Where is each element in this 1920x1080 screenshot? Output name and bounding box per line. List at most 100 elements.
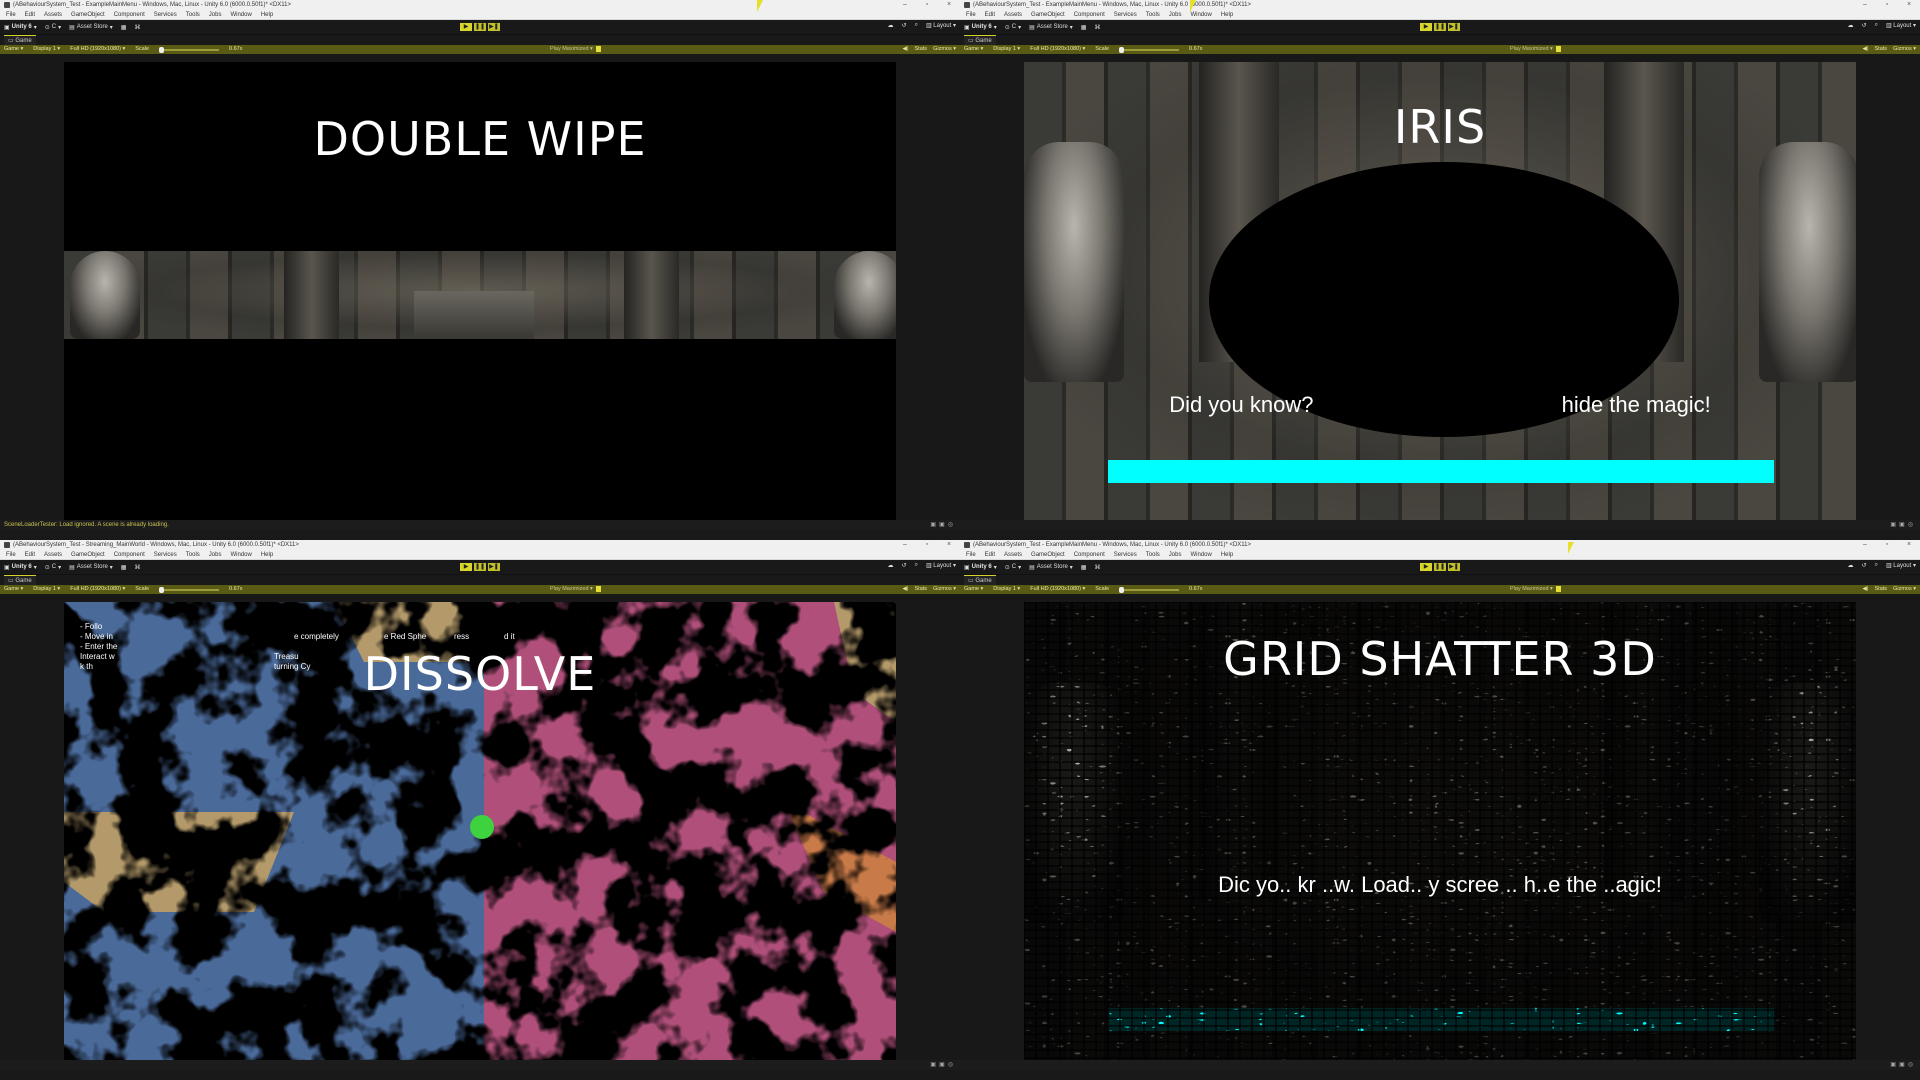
window-close-icon[interactable]: × xyxy=(1898,540,1920,550)
view-dropdown[interactable]: Game ▾ xyxy=(964,585,983,594)
menu-jobs[interactable]: Jobs xyxy=(209,550,222,559)
gizmos-dropdown[interactable]: Gizmos ▾ xyxy=(1893,585,1916,594)
window-minimize-icon[interactable]: – xyxy=(1854,0,1876,10)
pause-icon[interactable]: ❚❚ xyxy=(474,563,486,571)
resolution-dropdown[interactable]: Full HD (1920x1080) ▾ xyxy=(1030,585,1085,594)
menu-edit[interactable]: Edit xyxy=(985,10,995,19)
account-button[interactable]: ▣ Unity 6 ▾ xyxy=(4,564,37,571)
resolution-dropdown[interactable]: Full HD (1920x1080) ▾ xyxy=(70,45,125,54)
asset-store-button[interactable]: ▤ Asset Store ▾ xyxy=(1029,564,1073,571)
view-dropdown[interactable]: Game ▾ xyxy=(964,45,983,54)
window-close-icon[interactable]: × xyxy=(938,540,960,550)
window-minimize-icon[interactable]: – xyxy=(1854,540,1876,550)
mute-icon[interactable]: ◀) xyxy=(1862,45,1868,54)
scale-slider[interactable] xyxy=(1119,586,1180,593)
stats-toggle[interactable]: Stats xyxy=(915,45,928,54)
window-titlebar[interactable]: (ABehaviourSystem_Test - ExampleMainMenu… xyxy=(960,0,1920,10)
menu-help[interactable]: Help xyxy=(1221,550,1233,559)
menu-file[interactable]: File xyxy=(6,10,16,19)
layout-dropdown[interactable]: ▥ Layout ▾ xyxy=(926,22,956,29)
play-maximized-dropdown[interactable]: Play Maximized ▾ xyxy=(1510,45,1562,54)
cloud-button[interactable]: ⊙ C ▾ xyxy=(1005,24,1021,31)
pause-icon[interactable]: ❚❚ xyxy=(1434,563,1446,571)
layout-dropdown[interactable]: ▥ Layout ▾ xyxy=(1886,22,1916,29)
play-icon[interactable]: ▶ xyxy=(1420,563,1432,571)
menu-window[interactable]: Window xyxy=(230,10,251,19)
menu-tools[interactable]: Tools xyxy=(186,10,200,19)
tools-icon[interactable]: ⌘ xyxy=(1094,24,1100,31)
menu-window[interactable]: Window xyxy=(230,550,251,559)
cloud-button[interactable]: ⊙ C ▾ xyxy=(45,24,61,31)
tools-icon[interactable]: ⌘ xyxy=(1094,564,1100,571)
game-viewport[interactable]: - Follo - Move in - Enter the Interact w… xyxy=(0,594,960,1070)
menu-gameobject[interactable]: GameObject xyxy=(71,10,105,19)
game-viewport[interactable]: IRIS Did you know? hide the magic! ▣▣◎ xyxy=(960,54,1920,530)
play-icon[interactable]: ▶ xyxy=(1420,23,1432,31)
menu-jobs[interactable]: Jobs xyxy=(209,10,222,19)
gizmos-dropdown[interactable]: Gizmos ▾ xyxy=(933,585,956,594)
mute-icon[interactable]: ◀) xyxy=(1862,585,1868,594)
display-dropdown[interactable]: Display 1 ▾ xyxy=(993,585,1020,594)
asset-store-button[interactable]: ▤ Asset Store ▾ xyxy=(69,24,113,31)
scale-slider[interactable] xyxy=(159,586,220,593)
menu-assets[interactable]: Assets xyxy=(44,10,62,19)
package-icon[interactable]: ▦ xyxy=(121,564,127,571)
window-close-icon[interactable]: × xyxy=(938,0,960,10)
tools-icon[interactable]: ⌘ xyxy=(134,564,140,571)
search-icon[interactable]: ⌕ xyxy=(1875,22,1878,29)
cloud-icon[interactable]: ☁ xyxy=(1848,562,1854,569)
stats-toggle[interactable]: Stats xyxy=(915,585,928,594)
pause-icon[interactable]: ❚❚ xyxy=(1434,23,1446,31)
tools-icon[interactable]: ⌘ xyxy=(134,24,140,31)
menu-gameobject[interactable]: GameObject xyxy=(1031,550,1065,559)
menu-tools[interactable]: Tools xyxy=(186,550,200,559)
view-dropdown[interactable]: Game ▾ xyxy=(4,585,23,594)
history-icon[interactable]: ↺ xyxy=(1862,22,1867,29)
menu-services[interactable]: Services xyxy=(154,10,177,19)
cloud-button[interactable]: ⊙ C ▾ xyxy=(45,564,61,571)
step-icon[interactable]: ▶❚ xyxy=(1448,563,1460,571)
stats-toggle[interactable]: Stats xyxy=(1875,585,1888,594)
menu-help[interactable]: Help xyxy=(261,550,273,559)
menu-services[interactable]: Services xyxy=(1114,550,1137,559)
layout-dropdown[interactable]: ▥ Layout ▾ xyxy=(1886,562,1916,569)
asset-store-button[interactable]: ▤ Asset Store ▾ xyxy=(69,564,113,571)
resolution-dropdown[interactable]: Full HD (1920x1080) ▾ xyxy=(70,585,125,594)
cloud-button[interactable]: ⊙ C ▾ xyxy=(1005,564,1021,571)
menu-assets[interactable]: Assets xyxy=(1004,550,1022,559)
mute-icon[interactable]: ◀) xyxy=(902,585,908,594)
menu-edit[interactable]: Edit xyxy=(25,550,35,559)
menu-tools[interactable]: Tools xyxy=(1146,550,1160,559)
resolution-dropdown[interactable]: Full HD (1920x1080) ▾ xyxy=(1030,45,1085,54)
account-button[interactable]: ▣ Unity 6 ▾ xyxy=(964,564,997,571)
game-viewport[interactable]: DOUBLE WIPE SceneLoaderTester: Load igno… xyxy=(0,54,960,530)
display-dropdown[interactable]: Display 1 ▾ xyxy=(993,45,1020,54)
history-icon[interactable]: ↺ xyxy=(902,22,907,29)
cloud-icon[interactable]: ☁ xyxy=(1848,22,1854,29)
account-button[interactable]: ▣ Unity 6 ▾ xyxy=(4,24,37,31)
window-close-icon[interactable]: × xyxy=(1898,0,1920,10)
window-titlebar[interactable]: (ABehaviourSystem_Test - ExampleMainMenu… xyxy=(960,540,1920,550)
search-icon[interactable]: ⌕ xyxy=(915,562,918,569)
window-maximize-icon[interactable]: ▫ xyxy=(916,540,938,550)
menu-jobs[interactable]: Jobs xyxy=(1169,10,1182,19)
cloud-icon[interactable]: ☁ xyxy=(888,562,894,569)
package-icon[interactable]: ▦ xyxy=(1081,24,1087,31)
status-icons[interactable]: ▣▣◎ xyxy=(1890,520,1916,530)
window-maximize-icon[interactable]: ▫ xyxy=(1876,0,1898,10)
account-button[interactable]: ▣ Unity 6 ▾ xyxy=(964,24,997,31)
menu-component[interactable]: Component xyxy=(1074,550,1105,559)
cloud-icon[interactable]: ☁ xyxy=(888,22,894,29)
stats-toggle[interactable]: Stats xyxy=(1875,45,1888,54)
menu-file[interactable]: File xyxy=(966,550,976,559)
menu-services[interactable]: Services xyxy=(1114,10,1137,19)
menu-services[interactable]: Services xyxy=(154,550,177,559)
window-titlebar[interactable]: (ABehaviourSystem_Test - Streaming_MainW… xyxy=(0,540,960,550)
menu-tools[interactable]: Tools xyxy=(1146,10,1160,19)
gizmos-dropdown[interactable]: Gizmos ▾ xyxy=(1893,45,1916,54)
play-maximized-dropdown[interactable]: Play Maximized ▾ xyxy=(1510,585,1562,594)
step-icon[interactable]: ▶❚ xyxy=(488,23,500,31)
menu-component[interactable]: Component xyxy=(114,10,145,19)
history-icon[interactable]: ↺ xyxy=(1862,562,1867,569)
menu-file[interactable]: File xyxy=(6,550,16,559)
